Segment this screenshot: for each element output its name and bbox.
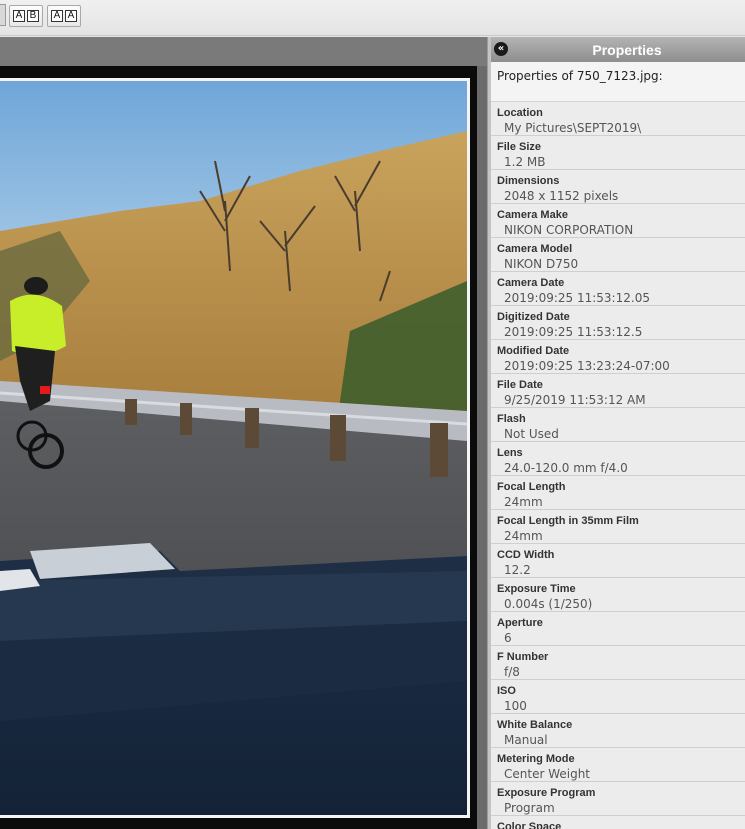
- property-label: F Number: [497, 651, 549, 663]
- property-value: f/8: [504, 665, 520, 679]
- property-label: Metering Mode: [497, 753, 575, 765]
- compare-aa-button[interactable]: A A: [47, 5, 81, 27]
- property-row[interactable]: Camera Make NIKON CORPORATION: [491, 204, 745, 238]
- property-row[interactable]: Focal Length in 35mm Film 24mm: [491, 510, 745, 544]
- property-value: Program: [504, 801, 555, 815]
- property-row[interactable]: Aperture 6: [491, 612, 745, 646]
- property-label: Focal Length: [497, 481, 566, 493]
- property-value: NIKON D750: [504, 257, 579, 271]
- compare-a-glyph: A: [13, 10, 25, 22]
- property-label: Aperture: [497, 617, 543, 629]
- compare-b-glyph: B: [27, 10, 39, 22]
- property-label: Exposure Program: [497, 787, 596, 799]
- property-row[interactable]: Exposure Program Program: [491, 782, 745, 816]
- property-row[interactable]: Flash Not Used: [491, 408, 745, 442]
- property-row[interactable]: White Balance Manual: [491, 714, 745, 748]
- photo[interactable]: [0, 78, 470, 818]
- property-label: Lens: [497, 447, 523, 459]
- property-row[interactable]: File Size 1.2 MB: [491, 136, 745, 170]
- compare-a1-glyph: A: [51, 10, 63, 22]
- property-label: Digitized Date: [497, 311, 570, 323]
- property-value: 1.2 MB: [504, 155, 546, 169]
- property-label: CCD Width: [497, 549, 555, 561]
- property-row[interactable]: Location My Pictures\SEPT2019\: [491, 102, 745, 136]
- property-label: Flash: [497, 413, 526, 425]
- property-value: 100: [504, 699, 527, 713]
- viewer-right-strip: [477, 66, 487, 829]
- viewer-top-bar: [0, 37, 487, 66]
- property-row[interactable]: Modified Date 2019:09:25 13:23:24-07:00: [491, 340, 745, 374]
- property-label: Camera Model: [497, 243, 573, 255]
- property-value: 24mm: [504, 529, 543, 543]
- property-value: 2019:09:25 11:53:12.5: [504, 325, 643, 339]
- property-label: Camera Make: [497, 209, 568, 221]
- property-label: Modified Date: [497, 345, 570, 357]
- property-value: 2019:09:25 11:53:12.05: [504, 291, 650, 305]
- property-row[interactable]: F Number f/8: [491, 646, 745, 680]
- properties-title: Properties: [592, 42, 662, 58]
- property-value: 2048 x 1152 pixels: [504, 189, 619, 203]
- property-row[interactable]: Color Space: [491, 816, 745, 829]
- property-label: File Size: [497, 141, 542, 153]
- property-value: 0.004s (1/250): [504, 597, 593, 611]
- property-label: File Date: [497, 379, 543, 391]
- property-row[interactable]: ISO 100: [491, 680, 745, 714]
- property-label: Dimensions: [497, 175, 560, 187]
- image-viewer[interactable]: [0, 37, 487, 829]
- properties-header: « Properties: [491, 37, 745, 62]
- properties-list: Location My Pictures\SEPT2019\ File Size 1.…: [491, 102, 745, 829]
- property-value: My Pictures\SEPT2019\: [504, 121, 642, 135]
- property-value: NIKON CORPORATION: [504, 223, 634, 237]
- property-label: Location: [497, 107, 543, 119]
- property-label: White Balance: [497, 719, 573, 731]
- photo-frame: [0, 66, 477, 829]
- property-value: Not Used: [504, 427, 559, 441]
- toolbar: A B A A: [0, 0, 745, 36]
- property-value: 6: [504, 631, 512, 645]
- property-value: 9/25/2019 11:53:12 AM: [504, 393, 646, 407]
- property-value: 24.0-120.0 mm f/4.0: [504, 461, 628, 475]
- properties-panel: « Properties Properties of 750_7123.jpg:…: [491, 37, 745, 829]
- property-label: Focal Length in 35mm Film: [497, 515, 639, 527]
- property-value: 24mm: [504, 495, 543, 509]
- toolbar-button-partial[interactable]: [0, 4, 6, 26]
- compare-a2-glyph: A: [65, 10, 77, 22]
- property-row[interactable]: Camera Model NIKON D750: [491, 238, 745, 272]
- property-row[interactable]: Lens 24.0-120.0 mm f/4.0: [491, 442, 745, 476]
- property-row[interactable]: Digitized Date 2019:09:25 11:53:12.5: [491, 306, 745, 340]
- properties-file-caption: Properties of 750_7123.jpg:: [491, 62, 745, 102]
- property-value: Center Weight: [504, 767, 591, 781]
- property-row[interactable]: File Date 9/25/2019 11:53:12 AM: [491, 374, 745, 408]
- property-label: Camera Date: [497, 277, 565, 289]
- property-label: Exposure Time: [497, 583, 576, 595]
- property-label: Color Space: [497, 821, 562, 829]
- property-row[interactable]: Camera Date 2019:09:25 11:53:12.05: [491, 272, 745, 306]
- property-value: Manual: [504, 733, 548, 747]
- property-row[interactable]: Dimensions 2048 x 1152 pixels: [491, 170, 745, 204]
- compare-ab-button[interactable]: A B: [9, 5, 43, 27]
- property-label: ISO: [497, 685, 516, 697]
- property-value: 2019:09:25 13:23:24-07:00: [504, 359, 670, 373]
- property-value: 12.2: [504, 563, 531, 577]
- property-row[interactable]: CCD Width 12.2: [491, 544, 745, 578]
- property-row[interactable]: Metering Mode Center Weight: [491, 748, 745, 782]
- property-row[interactable]: Focal Length 24mm: [491, 476, 745, 510]
- property-row[interactable]: Exposure Time 0.004s (1/250): [491, 578, 745, 612]
